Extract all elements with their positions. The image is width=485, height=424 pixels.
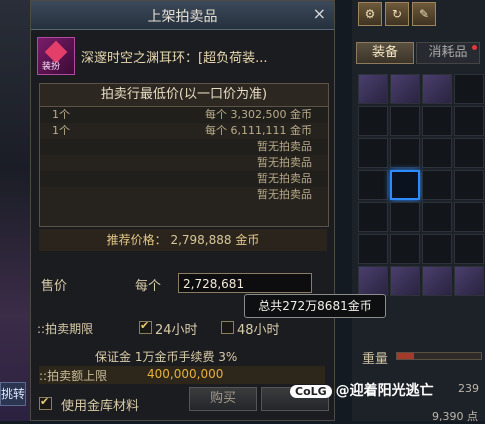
- recommend-value: 2,798,888: [170, 233, 232, 247]
- auction-limit-row: ::拍卖额上限 400,000,000: [39, 366, 325, 384]
- inventory-slot[interactable]: [422, 74, 452, 104]
- use-vault-checkbox[interactable]: [39, 395, 52, 410]
- inventory-slot[interactable]: [358, 170, 388, 200]
- edit-icon[interactable]: ✎: [412, 2, 436, 26]
- inventory-slot[interactable]: [454, 138, 484, 168]
- lowest-price-header: 拍卖行最低价(以一口价为准): [40, 84, 328, 107]
- inventory-slot[interactable]: [358, 74, 388, 104]
- row-qty: 1个: [52, 124, 70, 137]
- inventory-slot[interactable]: [422, 106, 452, 136]
- inventory-slot[interactable]: [422, 266, 452, 296]
- inventory-slot[interactable]: [358, 266, 388, 296]
- limit-label: ::拍卖额上限: [39, 369, 108, 383]
- dialog-title: 上架拍卖品: [147, 9, 218, 25]
- item-icon-tag: 装扮: [42, 62, 61, 72]
- inventory-slot-selected[interactable]: [390, 170, 420, 200]
- row-empty: 暂无拍卖品: [257, 140, 312, 153]
- watermark-text: @迎着阳光逃亡: [335, 383, 434, 399]
- inventory-slot[interactable]: [454, 234, 484, 264]
- row-empty: 暂无拍卖品: [257, 156, 312, 169]
- inventory-slot[interactable]: [454, 266, 484, 296]
- inventory-slot[interactable]: [390, 202, 420, 232]
- use-vault-label[interactable]: 使用金库材料: [61, 395, 139, 414]
- inventory-slot[interactable]: [422, 234, 452, 264]
- inventory-toolbar: ⚙ ↻ ✎: [358, 2, 439, 26]
- row-price: 每个 6,111,111 金币: [205, 124, 312, 137]
- item-row: 装扮 深邃时空之渊耳环：[超负荷装...: [37, 37, 329, 77]
- table-row: 暂无拍卖品: [40, 187, 328, 203]
- inventory-panel: ⚙ ↻ ✎ 装备 消耗品 重量 239 9,390 点: [352, 0, 485, 423]
- weight-bar: [396, 352, 482, 360]
- row-price: 每个 3,302,500 金币: [205, 108, 312, 121]
- side-button[interactable]: 挑转: [0, 382, 26, 406]
- lowest-price-table: 拍卖行最低价(以一口价为准) 1个 每个 3,302,500 金币 1个 每个 …: [39, 83, 329, 227]
- points-amount: 9,390 点: [432, 410, 478, 423]
- gold-amount: 239: [458, 382, 479, 395]
- inventory-slot[interactable]: [390, 106, 420, 136]
- table-row: 暂无拍卖品: [40, 155, 328, 171]
- inventory-slot[interactable]: [422, 202, 452, 232]
- inventory-slot[interactable]: [422, 170, 452, 200]
- inventory-slot[interactable]: [390, 266, 420, 296]
- tab-consumables[interactable]: 消耗品: [416, 42, 480, 64]
- inventory-slot[interactable]: [454, 202, 484, 232]
- inventory-slot[interactable]: [454, 74, 484, 104]
- inventory-slot[interactable]: [358, 106, 388, 136]
- row-qty: 1个: [52, 108, 70, 121]
- recommend-unit: 金币: [235, 233, 260, 247]
- inventory-grid: [358, 74, 484, 296]
- inventory-slot[interactable]: [390, 234, 420, 264]
- recommended-price: 推荐价格： 2,798,888 金币: [39, 229, 327, 251]
- tab-consumables-label: 消耗品: [428, 45, 468, 60]
- inventory-slot[interactable]: [454, 170, 484, 200]
- each-label: 每个: [135, 279, 162, 294]
- sell-price-label: 售价: [41, 279, 68, 294]
- period-48h-checkbox[interactable]: [221, 321, 234, 334]
- price-input[interactable]: 2,728,681: [178, 273, 312, 293]
- close-icon[interactable]: ×: [313, 4, 326, 23]
- inventory-slot[interactable]: [454, 106, 484, 136]
- tab-equipment[interactable]: 装备: [356, 42, 414, 64]
- inventory-slot[interactable]: [358, 138, 388, 168]
- watermark: CoLG @迎着阳光逃亡: [290, 380, 434, 400]
- inventory-slot[interactable]: [390, 74, 420, 104]
- weight-label: 重量: [362, 352, 389, 367]
- auction-listing-dialog: 上架拍卖品 × 装扮 深邃时空之渊耳环：[超负荷装... 拍卖行最低价(以一口价…: [30, 0, 335, 421]
- lowest-price-rows: 1个 每个 3,302,500 金币 1个 每个 6,111,111 金币 暂无…: [40, 107, 328, 203]
- dialog-titlebar[interactable]: 上架拍卖品 ×: [31, 1, 334, 30]
- notification-dot-icon: [472, 45, 477, 50]
- inventory-slot[interactable]: [422, 138, 452, 168]
- refresh-icon[interactable]: ↻: [385, 2, 409, 26]
- row-empty: 暂无拍卖品: [257, 172, 312, 185]
- colg-logo: CoLG: [290, 385, 332, 398]
- weight-bar-fill: [397, 353, 414, 359]
- deposit-fee-text: 保证金 1万金币手续费 3%: [95, 350, 238, 364]
- inventory-slot[interactable]: [390, 138, 420, 168]
- inventory-slot[interactable]: [358, 234, 388, 264]
- inventory-slot[interactable]: [358, 202, 388, 232]
- limit-value: 400,000,000: [147, 367, 224, 381]
- recommend-label: 推荐价格：: [106, 233, 167, 247]
- item-icon[interactable]: 装扮: [37, 37, 75, 75]
- table-row: 暂无拍卖品: [40, 171, 328, 187]
- item-name: 深邃时空之渊耳环：[超负荷装...: [81, 51, 268, 66]
- period-24h-label[interactable]: 24小时: [155, 319, 198, 338]
- period-24h-checkbox[interactable]: [139, 319, 152, 334]
- table-row: 暂无拍卖品: [40, 139, 328, 155]
- period-label: ::拍卖期限: [37, 322, 94, 336]
- total-price-tooltip: 总共272万8681金币: [244, 294, 386, 318]
- table-row: 1个 每个 6,111,111 金币: [40, 123, 328, 139]
- settings-icon[interactable]: ⚙: [358, 2, 382, 26]
- period-48h-label[interactable]: 48小时: [237, 319, 280, 338]
- table-row: 1个 每个 3,302,500 金币: [40, 107, 328, 123]
- register-button[interactable]: 购买: [189, 387, 257, 411]
- background-scene-left: 挑转: [0, 0, 30, 421]
- row-empty: 暂无拍卖品: [257, 188, 312, 201]
